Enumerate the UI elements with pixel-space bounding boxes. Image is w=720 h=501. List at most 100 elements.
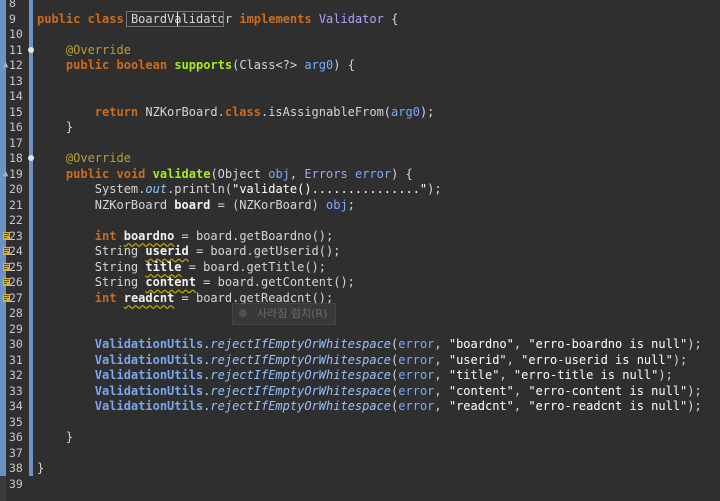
code-line[interactable]: 17: [0, 136, 720, 152]
code-line[interactable]: 33 ValidationUtils.rejectIfEmptyOrWhites…: [0, 384, 720, 400]
variable-token: boardno: [123, 228, 175, 243]
code-line[interactable]: 10: [0, 27, 720, 43]
code-line[interactable]: 38}: [0, 461, 720, 477]
code-text[interactable]: }: [37, 461, 44, 477]
code-token: NZKorBoard: [94, 197, 175, 212]
warning-icon[interactable]: [3, 278, 11, 287]
code-line[interactable]: 14: [0, 89, 720, 105]
line-number: 28: [9, 306, 23, 320]
code-line[interactable]: 24 String userid = board.getUserid();: [0, 244, 720, 260]
code-line[interactable]: 30 ValidationUtils.rejectIfEmptyOrWhites…: [0, 337, 720, 353]
code-line[interactable]: 27 int readcnt = board.getReadcnt();: [0, 291, 720, 307]
code-line[interactable]: 34 ValidationUtils.rejectIfEmptyOrWhites…: [0, 399, 720, 415]
code-text[interactable]: System.out.println("validate()..........…: [37, 182, 442, 198]
code-text[interactable]: return NZKorBoard.class.isAssignableFrom…: [37, 104, 435, 121]
code-line[interactable]: 23 int boardno = board.getBoardno();: [0, 229, 720, 245]
hover-tooltip[interactable]: 사라짐 럼치(R): [232, 303, 336, 325]
code-text[interactable]: String userid = board.getUserid();: [37, 244, 341, 260]
warning-icon[interactable]: [3, 262, 11, 272]
fold-toggle-icon[interactable]: [28, 155, 34, 161]
code-line[interactable]: 18 @Override: [0, 151, 720, 167]
code-line[interactable]: 36 }: [0, 430, 720, 446]
code-line[interactable]: 25 String title = board.getTitle();: [0, 260, 720, 276]
code-text[interactable]: String content = board.getContent();: [37, 275, 355, 291]
code-line[interactable]: 39: [0, 477, 720, 493]
line-number: 24: [9, 244, 23, 258]
code-token: ) {: [333, 58, 355, 72]
code-line[interactable]: 19 ▲ public void validate(Object obj, Err…: [0, 167, 720, 183]
code-text[interactable]: public boolean supports(Class<?> arg0) {: [37, 58, 355, 74]
code-text[interactable]: String title = board.getTitle();: [37, 260, 326, 276]
code-line[interactable]: 29: [0, 322, 720, 338]
code-token: ;: [347, 197, 355, 212]
line-number: 35: [9, 414, 23, 429]
code-line[interactable]: 16 }: [0, 120, 720, 136]
code-token: class: [87, 11, 124, 26]
code-line[interactable]: 11 @Override: [0, 43, 720, 59]
code-token: System.: [94, 182, 146, 196]
code-line[interactable]: 32 ValidationUtils.rejectIfEmptyOrWhites…: [0, 368, 720, 384]
line-number: 26: [9, 275, 23, 289]
code-text[interactable]: @Override: [37, 43, 131, 59]
code-token: = board.getTitle();: [181, 259, 326, 274]
code-line[interactable]: 8: [0, 0, 720, 12]
code-token: = board.getUserid();: [188, 244, 341, 258]
code-token: class: [224, 104, 261, 119]
code-line[interactable]: 9 public class BoardValidator implements …: [0, 12, 720, 28]
code-token: String: [94, 259, 146, 274]
param-token: error: [398, 368, 435, 382]
code-line[interactable]: 13: [0, 74, 720, 90]
variable-token: userid: [145, 244, 189, 258]
class-token: ValidationUtils: [94, 337, 204, 351]
code-line[interactable]: 15 return NZKorBoard.class.isAssignableF…: [0, 105, 720, 121]
param-token: error: [398, 337, 435, 351]
variable-token: content: [145, 275, 196, 289]
param-token: arg0: [304, 58, 334, 72]
code-line[interactable]: 12 ▲ public boolean supports(Class<?> arg…: [0, 58, 720, 74]
code-line[interactable]: 31 ValidationUtils.rejectIfEmptyOrWhites…: [0, 353, 720, 369]
code-token: ,: [289, 166, 305, 181]
code-line[interactable]: 35: [0, 415, 720, 431]
line-number: 33: [9, 383, 23, 398]
override-indicator-icon[interactable]: ▲: [3, 60, 8, 70]
code-text[interactable]: ValidationUtils.rejectIfEmptyOrWhitespac…: [37, 337, 702, 353]
code-token: ) {: [391, 166, 413, 181]
code-text[interactable]: int boardno = board.getBoardno();: [37, 229, 333, 245]
string-token: "validate()...............": [232, 182, 428, 196]
code-token: ,: [434, 383, 449, 398]
code-token: }: [65, 430, 74, 444]
warning-icon[interactable]: [3, 231, 11, 241]
code-line[interactable]: 28: [0, 306, 720, 322]
code-line[interactable]: 20 System.out.println("validate().......…: [0, 182, 720, 198]
code-text[interactable]: }: [37, 430, 73, 446]
code-text[interactable]: ValidationUtils.rejectIfEmptyOrWhitespac…: [37, 384, 702, 400]
code-text[interactable]: NZKorBoard board = (NZKorBoard) obj;: [37, 198, 355, 214]
code-text[interactable]: ValidationUtils.rejectIfEmptyOrWhitespac…: [37, 368, 673, 384]
code-token: = board.getBoardno();: [174, 228, 334, 243]
code-line[interactable]: 37: [0, 446, 720, 462]
warning-icon[interactable]: [3, 247, 11, 256]
code-line[interactable]: 26 String content = board.getContent();: [0, 275, 720, 291]
code-line[interactable]: 22: [0, 213, 720, 229]
code-text[interactable]: @Override: [37, 151, 131, 167]
code-token: int: [94, 290, 117, 305]
code-text[interactable]: ValidationUtils.rejectIfEmptyOrWhitespac…: [37, 353, 687, 369]
code-text[interactable]: public void validate(Object obj, Errors …: [37, 167, 413, 183]
code-text[interactable]: }: [37, 120, 73, 136]
code-token: int: [94, 228, 117, 243]
class-token: ValidationUtils: [94, 368, 204, 382]
code-text[interactable]: ValidationUtils.rejectIfEmptyOrWhitespac…: [37, 399, 702, 415]
line-number: 36: [9, 430, 23, 444]
code-editor[interactable]: 8 9 public class BoardValidator implements…: [0, 0, 720, 501]
annotation-token: @Override: [65, 151, 131, 165]
code-line[interactable]: 21 NZKorBoard board = (NZKorBoard) obj;: [0, 198, 720, 214]
override-indicator-icon[interactable]: ▲: [3, 169, 8, 179]
fold-toggle-icon[interactable]: [28, 46, 34, 53]
warning-icon[interactable]: [3, 293, 11, 303]
interface-name: Validator: [318, 11, 384, 26]
code-token: (Class<?>: [232, 58, 305, 72]
code-token: ,: [513, 383, 529, 398]
line-number: 27: [9, 290, 23, 305]
method-token: rejectIfEmptyOrWhitespace: [210, 337, 392, 351]
